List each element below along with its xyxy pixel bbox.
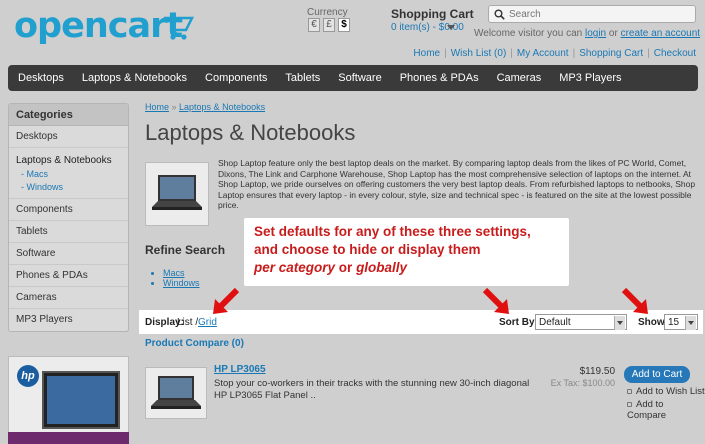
arrow-pointer-icon bbox=[213, 287, 240, 314]
product-description: Stop your co-workers in their tracks wit… bbox=[214, 378, 530, 401]
display-grid-link[interactable]: Grid bbox=[198, 317, 217, 328]
refine-item-macs[interactable]: Macs bbox=[163, 268, 200, 278]
menu-item-tablets[interactable]: Tablets bbox=[285, 72, 320, 84]
top-link-cart[interactable]: Shopping Cart bbox=[579, 48, 643, 59]
category-image bbox=[145, 162, 209, 226]
top-link-account[interactable]: My Account bbox=[517, 48, 569, 59]
refine-item-windows[interactable]: Windows bbox=[163, 278, 200, 288]
currency-pound-button[interactable]: £ bbox=[323, 18, 335, 32]
sidebar-subitem-windows[interactable]: - Windows bbox=[9, 181, 128, 199]
currency-dollar-button[interactable]: $ bbox=[338, 18, 350, 32]
sidebar-item-tablets[interactable]: Tablets bbox=[9, 221, 128, 243]
main-menu: Desktops Laptops & Notebooks Components … bbox=[8, 65, 698, 91]
top-link-home[interactable]: Home bbox=[413, 48, 440, 59]
product-price: $119.50 bbox=[579, 366, 615, 377]
sidebar-title: Categories bbox=[9, 104, 128, 126]
callout-per-category: per category bbox=[254, 260, 336, 275]
banner-screen bbox=[47, 376, 115, 424]
search-icon[interactable] bbox=[494, 9, 505, 20]
sidebar-item-mp3[interactable]: MP3 Players bbox=[9, 309, 128, 331]
sidebar-item-components[interactable]: Components bbox=[9, 199, 128, 221]
sidebar-item-cameras[interactable]: Cameras bbox=[9, 287, 128, 309]
categories-sidebar: Categories Desktops Laptops & Notebooks … bbox=[8, 103, 129, 332]
sort-label: Sort By: bbox=[499, 317, 538, 328]
cart-logo-icon bbox=[164, 16, 195, 40]
menu-item-laptops[interactable]: Laptops & Notebooks bbox=[82, 72, 187, 84]
hp-logo: hp bbox=[17, 365, 39, 387]
sidebar-subitem-macs[interactable]: - Macs bbox=[9, 168, 128, 181]
laptop-icon bbox=[151, 376, 201, 409]
sort-value: Default bbox=[539, 317, 571, 328]
add-to-compare-link[interactable]: Add to Compare bbox=[627, 399, 705, 421]
checkbox-icon bbox=[627, 388, 632, 394]
category-description: Shop Laptop feature only the best laptop… bbox=[218, 158, 696, 210]
show-value: 15 bbox=[668, 317, 680, 328]
menu-item-phones[interactable]: Phones & PDAs bbox=[400, 72, 479, 84]
menu-item-desktops[interactable]: Desktops bbox=[18, 72, 64, 84]
refine-search-list: Macs Windows bbox=[163, 268, 200, 288]
callout-globally: globally bbox=[356, 260, 408, 275]
currency-euro-button[interactable]: € bbox=[308, 18, 320, 32]
add-to-wishlist-text[interactable]: Add to Wish List bbox=[636, 386, 705, 397]
refine-search-title: Refine Search bbox=[145, 243, 226, 257]
add-to-compare-text[interactable]: Add to Compare bbox=[627, 399, 666, 421]
display-list-text[interactable]: List bbox=[177, 317, 193, 328]
sidebar-item-desktops[interactable]: Desktops bbox=[9, 126, 128, 148]
sidebar-item-phones[interactable]: Phones & PDAs bbox=[9, 265, 128, 287]
display-list-option[interactable]: List / bbox=[177, 317, 198, 328]
add-to-wishlist-link[interactable]: Add to Wish List bbox=[627, 386, 705, 397]
top-link-checkout[interactable]: Checkout bbox=[654, 48, 696, 59]
callout-line-1: Set defaults for any of these three sett… bbox=[254, 224, 531, 239]
annotation-callout: Set defaults for any of these three sett… bbox=[244, 218, 569, 286]
show-limit-select[interactable]: 15 bbox=[664, 314, 698, 330]
welcome-or: or bbox=[606, 28, 621, 39]
breadcrumb: Home » Laptops & Notebooks bbox=[145, 102, 265, 112]
product-name-link[interactable]: HP LP3065 bbox=[214, 364, 266, 375]
callout-line-3: per category or globally bbox=[254, 259, 559, 277]
page-title: Laptops & Notebooks bbox=[145, 120, 356, 145]
add-to-cart-button[interactable]: Add to Cart bbox=[624, 366, 690, 383]
menu-item-cameras[interactable]: Cameras bbox=[497, 72, 542, 84]
sort-select[interactable]: Default bbox=[535, 314, 627, 330]
arrow-pointer-icon bbox=[621, 287, 648, 314]
product-ex-tax: Ex Tax: $100.00 bbox=[550, 378, 615, 388]
menu-item-software[interactable]: Software bbox=[338, 72, 381, 84]
welcome-text: Welcome visitor you can bbox=[474, 28, 585, 39]
top-links: Home | Wish List (0) | My Account | Shoppin… bbox=[413, 48, 696, 59]
product-compare-link[interactable]: Product Compare (0) bbox=[145, 338, 244, 349]
chevron-down-icon[interactable] bbox=[614, 316, 625, 330]
breadcrumb-separator: » bbox=[169, 102, 180, 112]
currency-label: Currency bbox=[307, 7, 348, 18]
opencart-logo[interactable]: opencart bbox=[14, 6, 183, 46]
checkbox-icon bbox=[627, 401, 632, 407]
top-link-wishlist[interactable]: Wish List (0) bbox=[451, 48, 507, 59]
sidebar-item-software[interactable]: Software bbox=[9, 243, 128, 265]
laptop-icon bbox=[152, 175, 202, 210]
breadcrumb-home[interactable]: Home bbox=[145, 102, 169, 112]
create-account-link[interactable]: create an account bbox=[621, 28, 701, 39]
arrow-pointer-icon bbox=[482, 287, 509, 314]
breadcrumb-current[interactable]: Laptops & Notebooks bbox=[179, 102, 265, 112]
chevron-down-icon[interactable] bbox=[685, 316, 696, 330]
welcome-message: Welcome visitor you can login or create … bbox=[474, 28, 700, 39]
search-input[interactable] bbox=[509, 7, 689, 21]
sidebar-item-laptops[interactable]: Laptops & Notebooks bbox=[9, 154, 128, 168]
menu-item-mp3[interactable]: MP3 Players bbox=[559, 72, 621, 84]
callout-or: or bbox=[335, 260, 357, 275]
banner-strip bbox=[8, 432, 129, 444]
product-image[interactable] bbox=[145, 367, 207, 419]
cart-title: Shopping Cart bbox=[391, 7, 474, 21]
callout-line-2: and choose to hide or display them bbox=[254, 242, 481, 257]
menu-item-components[interactable]: Components bbox=[205, 72, 267, 84]
chevron-down-icon[interactable] bbox=[447, 25, 455, 30]
login-link[interactable]: login bbox=[585, 28, 606, 39]
